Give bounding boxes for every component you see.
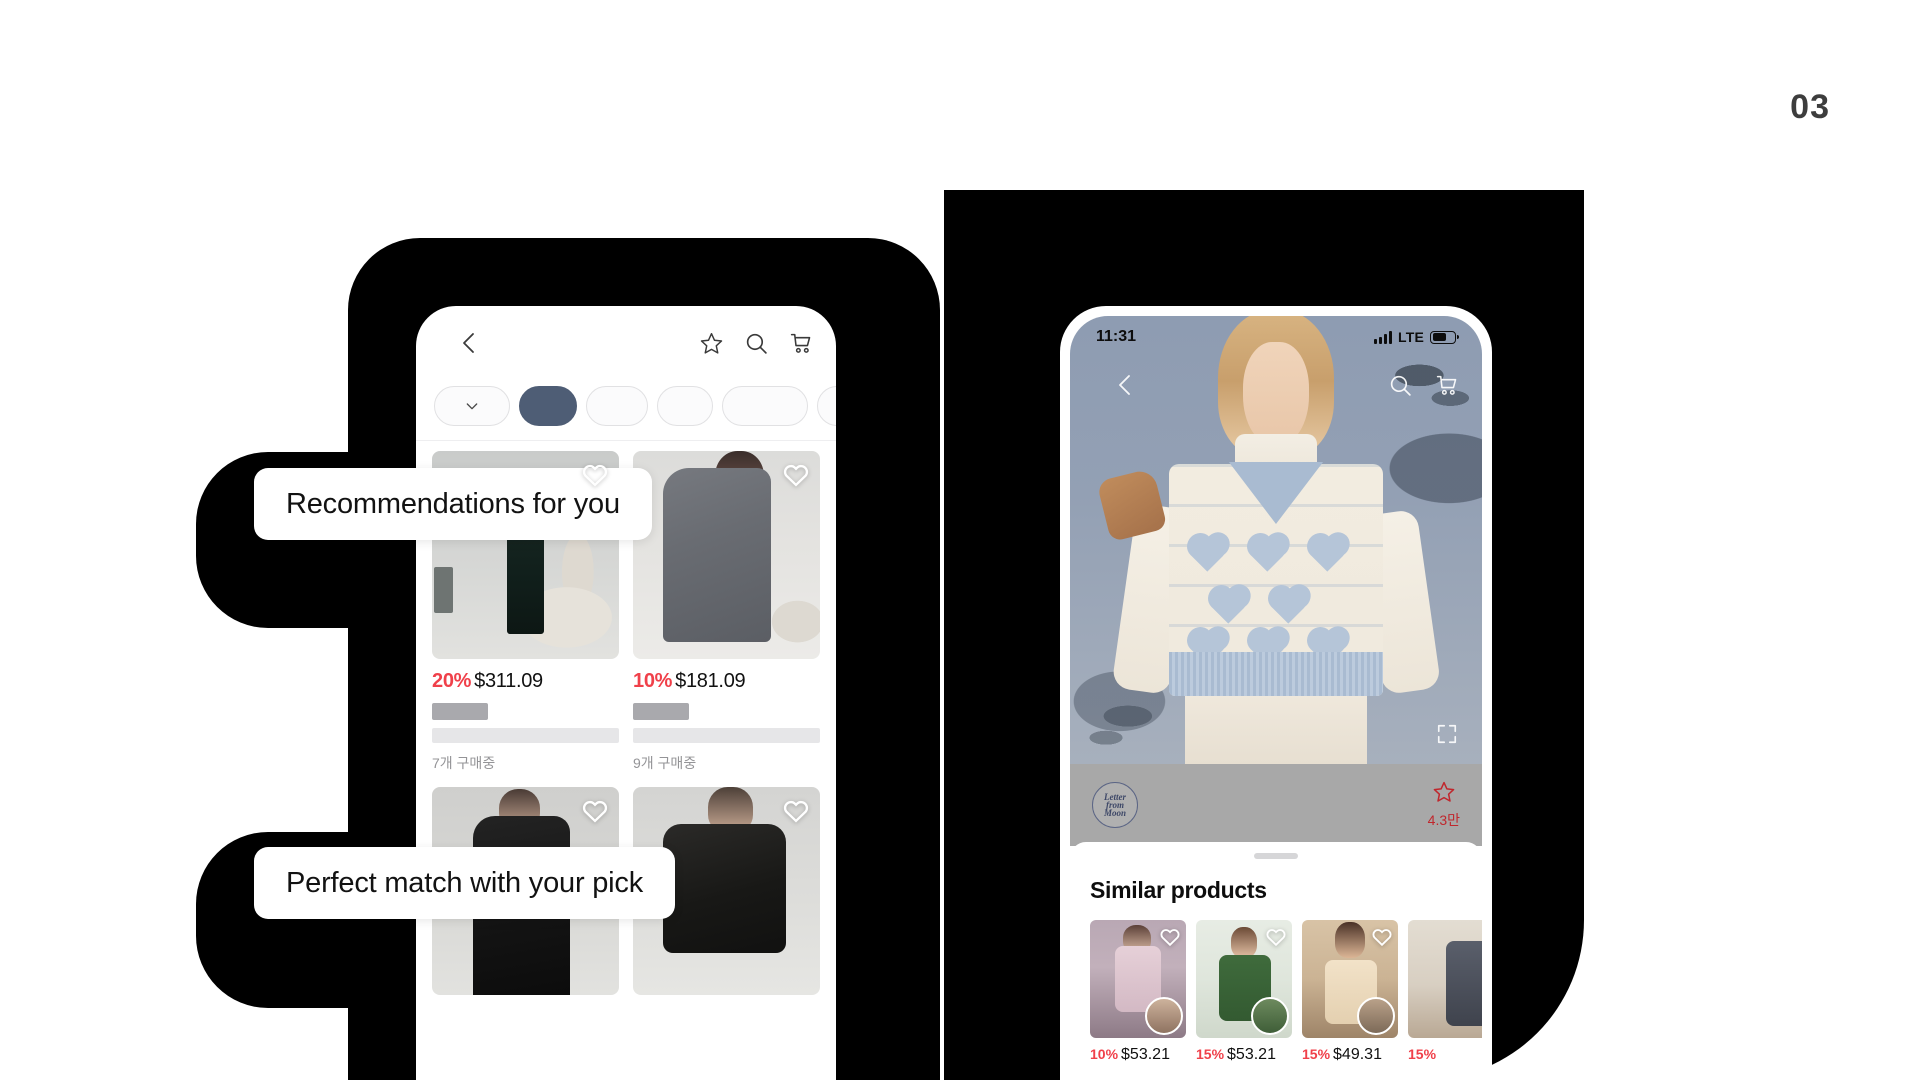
chevron-down-icon [466, 403, 478, 410]
discount-badge: 15% [1408, 1046, 1437, 1062]
slide-canvas: 03 20% $311.09 7개 구매중 10% $181.09 9개 구매중… [0, 0, 1920, 1080]
product-image[interactable] [1090, 920, 1186, 1038]
left-phone-mockup: 20% $311.09 7개 구매중 10% $181.09 9개 구매중 [416, 306, 836, 1080]
expand-fullscreen-icon[interactable] [1436, 723, 1458, 750]
rating-count: 4.3만 [1427, 812, 1460, 828]
search-icon[interactable] [744, 331, 769, 356]
product-image[interactable] [633, 451, 820, 659]
product-image[interactable] [1408, 920, 1482, 1038]
status-bar: 11:31 LTE [1070, 316, 1482, 358]
discount-badge: 10% [1090, 1046, 1119, 1062]
heart-outline-icon[interactable] [782, 461, 810, 489]
chevron-left-icon[interactable] [1114, 373, 1136, 397]
price-row: 15% $49.31 [1302, 1046, 1398, 1064]
discount-badge: 10% [633, 670, 673, 692]
user-avatar[interactable] [1145, 997, 1183, 1035]
similar-product-card[interactable]: 15% [1408, 920, 1482, 1064]
price-value: $181.09 [675, 670, 746, 692]
right-phone-mockup: 11:31 LTE Letter from Moon 4.3만 Similar … [1060, 306, 1492, 1080]
price-row: 10% $53.21 [1090, 1046, 1186, 1064]
similar-products-sheet: Similar products 10% $53.21 15% $53.21 1… [1070, 842, 1482, 1080]
status-time: 11:31 [1096, 328, 1137, 345]
filter-chip-5[interactable] [817, 386, 836, 426]
heart-outline-icon[interactable] [1371, 926, 1393, 948]
battery-icon [1430, 330, 1460, 344]
discount-badge: 15% [1302, 1046, 1331, 1062]
winter-branch-decor [1086, 683, 1178, 756]
price-row: 15% $53.21 [1196, 1046, 1292, 1064]
discount-badge: 15% [1196, 1046, 1225, 1062]
filter-chip-4[interactable] [722, 386, 808, 426]
star-outline-icon [1433, 781, 1455, 802]
heart-outline-icon[interactable] [1265, 926, 1287, 948]
heart-outline-icon[interactable] [581, 797, 609, 825]
right-phone-nav [1070, 362, 1482, 408]
placeholder-bar-light [432, 728, 619, 743]
shopping-cart-icon[interactable] [789, 331, 814, 356]
user-avatar[interactable] [1251, 997, 1289, 1035]
similar-product-card[interactable]: 10% $53.21 [1090, 920, 1186, 1064]
search-icon[interactable] [1388, 373, 1413, 398]
similar-product-card[interactable]: 15% $53.21 [1196, 920, 1292, 1064]
user-avatar[interactable] [1357, 997, 1395, 1035]
product-image[interactable] [1196, 920, 1292, 1038]
placeholder-bar-dark [432, 703, 488, 720]
sheet-title: Similar products [1090, 877, 1267, 903]
page-number: 03 [1790, 88, 1830, 126]
discount-badge: 20% [432, 670, 472, 692]
similar-products-carousel[interactable]: 10% $53.21 15% $53.21 15% $49.31 15% [1070, 904, 1482, 1064]
model-skirt [1185, 694, 1367, 764]
placeholder-bar-dark [633, 703, 689, 720]
right-phone-screen: 11:31 LTE Letter from Moon 4.3만 Similar … [1070, 316, 1482, 1080]
drag-handle[interactable] [1254, 853, 1298, 859]
filter-chip-3[interactable] [657, 386, 713, 426]
network-label: LTE [1397, 329, 1424, 345]
filter-chip-row[interactable] [416, 380, 836, 440]
placeholder-bar-light [633, 728, 820, 743]
shopping-cart-icon[interactable] [1435, 373, 1460, 398]
purchase-status: 9개 구매중 [633, 755, 697, 771]
callout-perfect-match: Perfect match with your pick [254, 847, 676, 919]
filter-chip-0[interactable] [434, 386, 510, 426]
similar-product-card[interactable]: 15% $49.31 [1302, 920, 1398, 1064]
price-row: 20% $311.09 [432, 670, 619, 693]
brand-logo-line3: Moon [1103, 808, 1126, 818]
signal-bars-icon [1373, 330, 1392, 344]
brand-logo[interactable]: Letter from Moon [1092, 782, 1138, 828]
filter-chip-2[interactable] [586, 386, 648, 426]
heart-outline-icon[interactable] [782, 797, 810, 825]
heart-outline-icon[interactable] [1159, 926, 1181, 948]
price-value: $53.21 [1227, 1046, 1276, 1063]
purchase-status: 7개 구매중 [432, 755, 496, 771]
price-row: 10% $181.09 [633, 670, 820, 693]
product-image[interactable] [1302, 920, 1398, 1038]
price-value: $311.09 [474, 670, 543, 692]
status-indicators: LTE [1373, 329, 1460, 345]
left-phone-header [416, 306, 836, 380]
chevron-left-icon[interactable] [458, 331, 480, 355]
backdrop-shape-right-top [944, 190, 1430, 310]
heart-outline-icon[interactable] [581, 461, 609, 489]
star-outline-icon[interactable] [699, 331, 724, 356]
heart-knit-vest [1168, 464, 1384, 696]
filter-chip-1[interactable] [519, 386, 577, 426]
price-row: 15% [1408, 1046, 1482, 1064]
brand-rating-bar: Letter from Moon 4.3만 [1070, 764, 1482, 846]
rating-block[interactable]: 4.3만 [1428, 780, 1460, 830]
price-value: $53.21 [1121, 1046, 1170, 1063]
price-value: $49.31 [1333, 1046, 1382, 1063]
product-card[interactable]: 10% $181.09 9개 구매중 [633, 451, 820, 773]
